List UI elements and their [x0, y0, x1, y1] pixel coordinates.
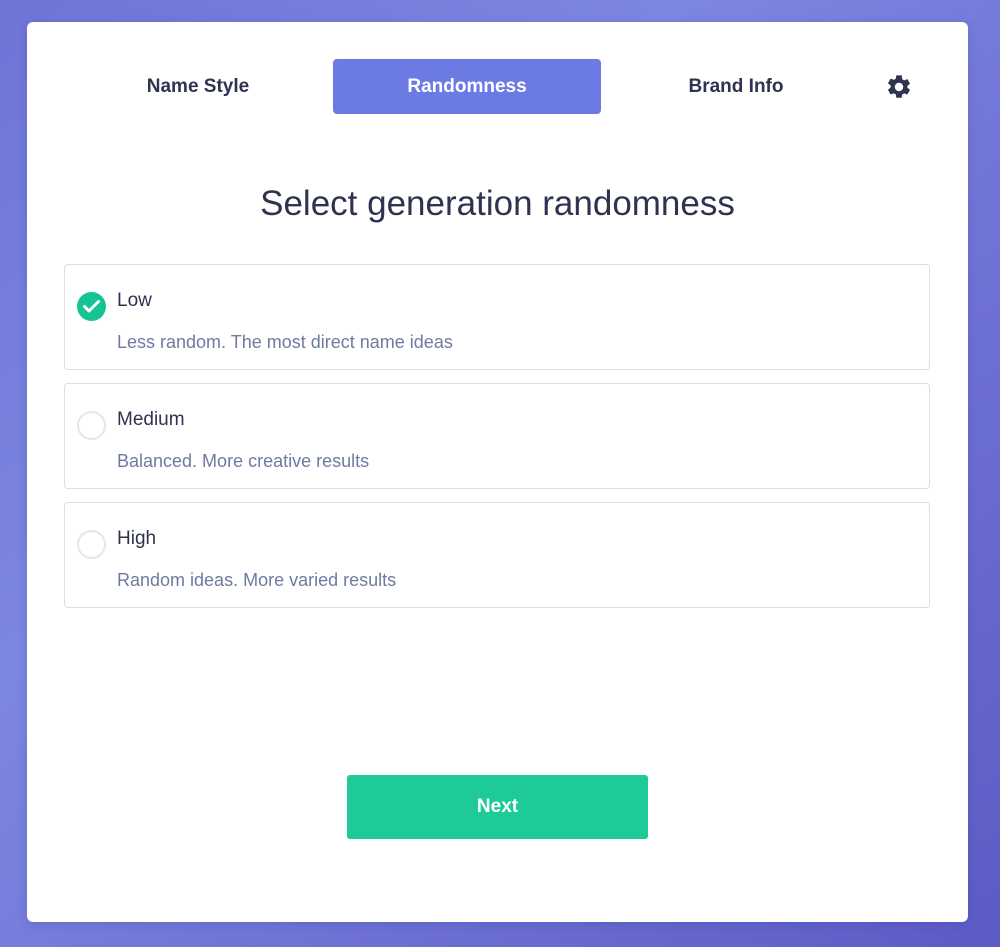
check-icon: [83, 300, 100, 313]
tab-name-style[interactable]: Name Style: [83, 59, 313, 114]
page-title: Select generation randomness: [260, 184, 735, 223]
option-low[interactable]: Low Less random. The most direct name id…: [64, 264, 930, 370]
option-label: Low: [117, 290, 152, 311]
gear-icon-graphic: [888, 75, 910, 98]
gear-icon[interactable]: [885, 73, 913, 101]
radio-unchecked-icon[interactable]: [77, 530, 106, 559]
option-medium[interactable]: Medium Balanced. More creative results: [64, 383, 930, 489]
option-description: Less random. The most direct name ideas: [117, 332, 453, 352]
tab-randomness[interactable]: Randomness: [333, 59, 601, 114]
option-label: High: [117, 528, 157, 549]
step-tabs: Name Style Randomness Brand Info: [27, 59, 968, 114]
option-label: Medium: [117, 409, 185, 430]
next-button[interactable]: Next: [347, 775, 648, 839]
radio-unchecked-icon[interactable]: [77, 411, 106, 440]
option-description: Random ideas. More varied results: [117, 570, 397, 590]
option-high[interactable]: High Random ideas. More varied results: [64, 502, 930, 608]
wizard-card: Name Style Randomness Brand Info Select …: [27, 22, 968, 922]
option-description: Balanced. More creative results: [117, 451, 370, 471]
radio-checked-icon[interactable]: [77, 292, 106, 321]
tab-brand-info[interactable]: Brand Info: [621, 59, 851, 114]
